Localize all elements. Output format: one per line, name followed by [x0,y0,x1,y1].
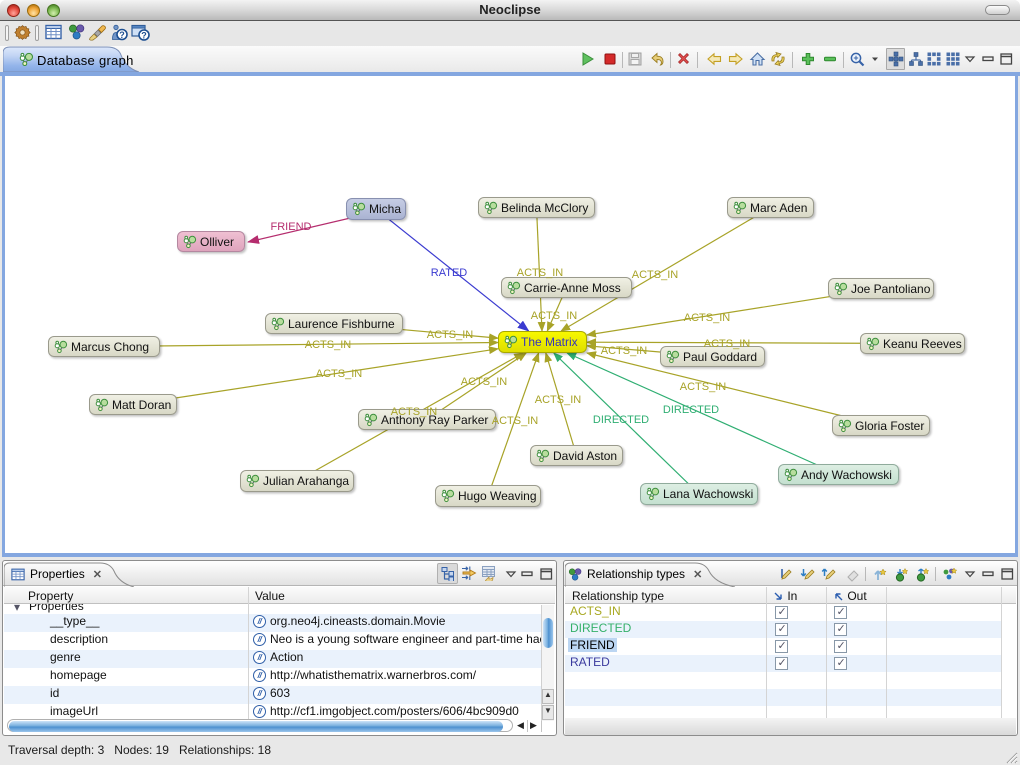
svg-text:ACTS_IN: ACTS_IN [704,338,751,350]
svg-text:ACTS_IN: ACTS_IN [427,329,474,341]
svg-text:ACTS_IN: ACTS_IN [632,269,679,281]
svg-text:ACTS_IN: ACTS_IN [601,345,648,357]
svg-text:ACTS_IN: ACTS_IN [305,339,352,351]
svg-text:ACTS_IN: ACTS_IN [517,267,564,279]
svg-text:ACTS_IN: ACTS_IN [531,310,578,322]
svg-text:DIRECTED: DIRECTED [663,404,719,416]
svg-text:RATED: RATED [431,267,468,279]
svg-text:FRIEND: FRIEND [271,221,312,233]
svg-text:ACTS_IN: ACTS_IN [316,368,363,380]
svg-text:ACTS_IN: ACTS_IN [535,394,582,406]
svg-text:ACTS_IN: ACTS_IN [680,381,727,393]
svg-text:DIRECTED: DIRECTED [593,414,649,426]
svg-text:ACTS_IN: ACTS_IN [391,406,438,418]
svg-text:ACTS_IN: ACTS_IN [461,376,508,388]
svg-text:ACTS_IN: ACTS_IN [492,415,539,427]
svg-text:ACTS_IN: ACTS_IN [684,312,731,324]
